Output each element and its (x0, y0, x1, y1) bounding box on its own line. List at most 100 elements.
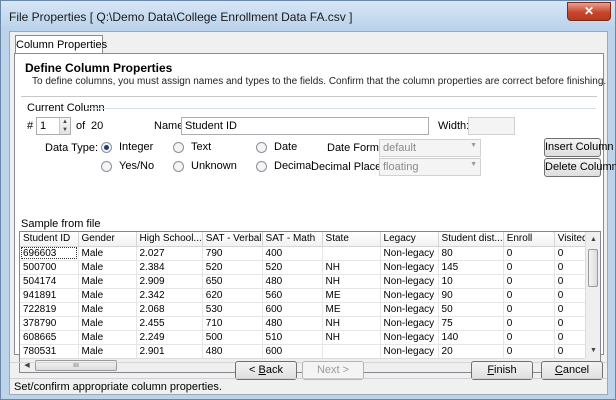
stepper-down-icon[interactable]: ▼ (60, 126, 70, 134)
radio-decimal-indicator (256, 161, 267, 172)
file-properties-window: File Properties [ Q:\Demo Data\College E… (0, 0, 616, 400)
column-name-field[interactable]: Student ID (181, 117, 429, 135)
vertical-scrollbar[interactable]: ▲ ▼ (585, 232, 600, 358)
table-cell: NH (322, 274, 381, 289)
decimal-places-value: floating (383, 161, 419, 173)
table-cell: 600 (262, 302, 323, 317)
insert-column-button[interactable]: Insert Column (544, 138, 613, 157)
sample-table: Student ID Gender High School... SAT - Verb… (20, 232, 595, 359)
table-cell: 0 (503, 288, 555, 303)
table-cell: 90 (438, 288, 504, 303)
table-cell: 520 (202, 260, 263, 275)
decimal-places-select[interactable]: floating ▼ (379, 158, 481, 176)
column-header[interactable]: SAT - Math (262, 232, 323, 247)
table-cell: ME (322, 288, 381, 303)
table-cell: 560 (262, 288, 323, 303)
table-cell: Male (78, 288, 137, 303)
column-header[interactable]: State (322, 232, 381, 247)
table-cell: Non-legacy (380, 330, 439, 345)
table-cell: Non-legacy (380, 344, 439, 359)
close-button[interactable]: ✕ (567, 2, 611, 21)
delete-column-button[interactable]: Delete Column (544, 158, 616, 177)
column-header[interactable]: Enroll (503, 232, 555, 247)
grid-body: 696603 Male 2.027 790 400 Non-legacy 80 0 0 50070… (20, 246, 595, 359)
title-bar[interactable]: File Properties [ Q:\Demo Data\College E… (1, 1, 615, 31)
vertical-scroll-thumb[interactable] (588, 249, 598, 287)
table-row[interactable]: 500700 Male 2.384 520 520 NH Non-legacy 145 0 0 (20, 260, 595, 275)
column-header[interactable]: Gender (78, 232, 137, 247)
column-header[interactable]: High School... (136, 232, 203, 247)
width-field[interactable] (468, 117, 515, 135)
close-icon: ✕ (583, 4, 595, 18)
table-cell: 530 (202, 302, 263, 317)
radio-yes-no-indicator (101, 161, 112, 172)
table-cell: 0 (503, 316, 555, 331)
cancel-mnemonic: C (554, 364, 563, 376)
table-row[interactable]: 722819 Male 2.068 530 600 ME Non-legacy 50 0 0 (20, 302, 595, 317)
table-cell: 400 (262, 246, 323, 261)
table-cell: 620 (202, 288, 263, 303)
table-cell: 378790 (20, 316, 79, 331)
table-cell: Male (78, 302, 137, 317)
table-cell: 0 (503, 302, 555, 317)
scroll-down-icon[interactable]: ▼ (586, 343, 600, 358)
table-cell: Non-legacy (380, 260, 439, 275)
table-cell: 0 (503, 246, 555, 261)
column-index-stepper[interactable]: ▲ ▼ (59, 118, 70, 134)
stepper-up-icon[interactable]: ▲ (60, 118, 70, 126)
back-rest: ack (265, 364, 283, 376)
sample-label: Sample from file (21, 218, 101, 230)
width-label: Width: (438, 120, 470, 132)
table-cell: 20 (438, 344, 504, 359)
table-row[interactable]: 941891 Male 2.342 620 560 ME Non-legacy 90 0 0 (20, 288, 595, 303)
column-header[interactable]: Student dist... (438, 232, 504, 247)
table-cell: NH (322, 316, 381, 331)
table-row[interactable]: 608665 Male 2.249 500 510 NH Non-legacy 140 0 0 (20, 330, 595, 345)
table-cell: 510 (262, 330, 323, 345)
table-cell: 50 (438, 302, 504, 317)
column-name-value: Student ID (185, 120, 237, 132)
table-cell: 2.342 (136, 288, 203, 303)
table-cell: 608665 (20, 330, 79, 345)
column-header[interactable]: Legacy (380, 232, 439, 247)
table-cell: 480 (262, 274, 323, 289)
table-cell: 0 (503, 344, 555, 359)
radio-unknown-label: Unknown (191, 160, 237, 172)
table-row[interactable]: 696603 Male 2.027 790 400 Non-legacy 80 0 0 (20, 246, 595, 261)
tab-column-properties[interactable]: Column Properties (15, 35, 107, 54)
table-cell: 80 (438, 246, 504, 261)
table-row[interactable]: 504174 Male 2.909 650 480 NH Non-legacy 10 0 0 (20, 274, 595, 289)
table-row[interactable]: 378790 Male 2.455 710 480 NH Non-legacy 75 0 0 (20, 316, 595, 331)
table-cell: 2.027 (136, 246, 203, 261)
sample-grid[interactable]: Student ID Gender High School... SAT - Verb… (19, 231, 601, 373)
table-cell: 500 (202, 330, 263, 345)
table-cell: 2.068 (136, 302, 203, 317)
table-cell: 504174 (20, 274, 79, 289)
table-cell: 941891 (20, 288, 79, 303)
table-cell: 0 (503, 330, 555, 345)
status-bar: Set/confirm appropriate column propertie… (10, 378, 607, 395)
chevron-down-icon: ▼ (470, 161, 477, 168)
table-cell: 10 (438, 274, 504, 289)
table-cell: Non-legacy (380, 274, 439, 289)
radio-decimal-label: Decimal (274, 160, 314, 172)
table-cell: 145 (438, 260, 504, 275)
table-cell: Non-legacy (380, 302, 439, 317)
table-row[interactable]: 780531 Male 2.901 480 600 Non-legacy 20 0 0 (20, 344, 595, 359)
table-cell (322, 344, 381, 359)
table-cell: 2.455 (136, 316, 203, 331)
table-cell: 2.249 (136, 330, 203, 345)
column-header[interactable]: Student ID (20, 232, 79, 247)
radio-yes-no-label: Yes/No (119, 160, 155, 172)
table-cell: 710 (202, 316, 263, 331)
date-format-select[interactable]: default ▼ (379, 139, 481, 157)
dialog-client-area: Column Properties Define Column Properti… (9, 31, 616, 395)
date-format-value: default (383, 142, 417, 154)
table-cell: 75 (438, 316, 504, 331)
column-header[interactable]: SAT - Verbal (202, 232, 263, 247)
page-title: Define Column Properties (25, 61, 173, 75)
back-prefix: < (249, 364, 259, 376)
of-label: of (76, 120, 86, 132)
scroll-up-icon[interactable]: ▲ (586, 232, 600, 247)
table-cell: ME (322, 302, 381, 317)
